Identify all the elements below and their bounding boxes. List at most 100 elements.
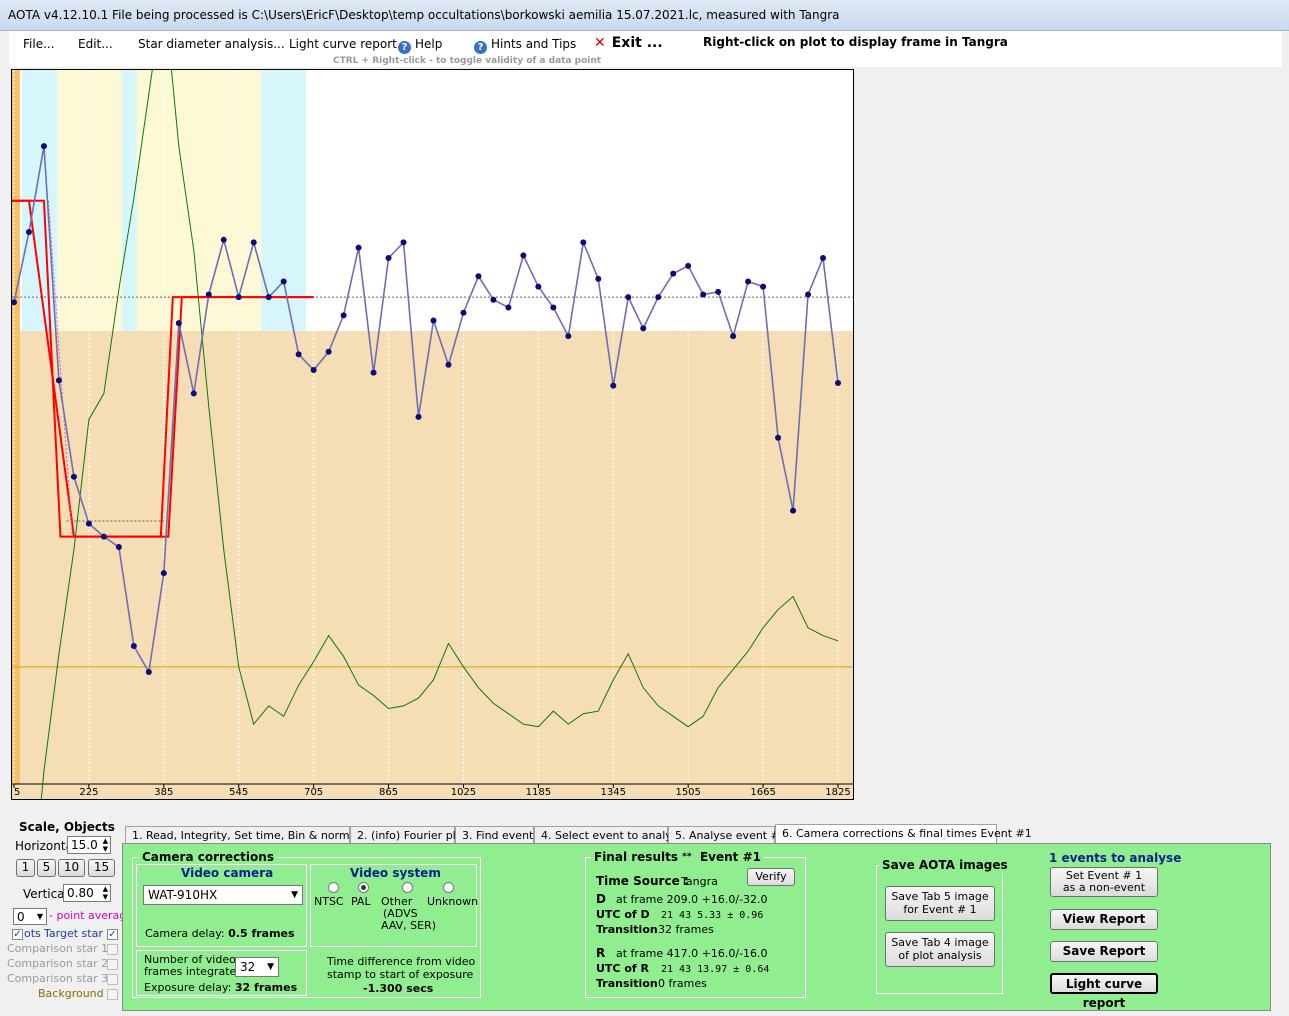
target-data-point <box>265 294 272 301</box>
tab-analyse-event[interactable]: 5. Analyse event #1 <box>668 826 787 843</box>
target-data-point <box>820 255 827 262</box>
chevron-down-icon: ▼ <box>267 962 274 972</box>
menu-file[interactable]: File... <box>23 37 55 51</box>
target-data-point <box>580 239 587 246</box>
save-images-title: Save AOTA images <box>879 858 1011 872</box>
target-data-point <box>85 520 92 527</box>
scale-button-15[interactable]: 15 <box>88 859 115 877</box>
scale-button-10[interactable]: 10 <box>58 859 85 877</box>
target-data-point <box>400 239 407 246</box>
vertical-scale-input[interactable]: 0.80 ▲ ▼ <box>63 884 111 902</box>
target-data-point <box>655 294 662 301</box>
x-tick-label: 705 <box>304 787 323 798</box>
camera-corrections-group: Camera corrections Video camera WAT-910H… <box>132 850 481 998</box>
save-tab5-image-button[interactable]: Save Tab 5 image for Event # 1 <box>885 886 995 921</box>
tab-select-event[interactable]: 4. Select event to analyse <box>534 826 684 843</box>
window-title: AOTA v4.12.10.1 File being processed is … <box>8 8 840 22</box>
menu-edit[interactable]: Edit... <box>78 37 113 51</box>
menu-exit[interactable]: ✕ Exit ... <box>594 35 663 51</box>
radio-other[interactable] <box>402 882 413 893</box>
target-data-point <box>550 304 557 311</box>
cyan-band <box>121 70 137 331</box>
help-icon: ? <box>474 41 487 54</box>
time-diff-label-1: Time difference from video <box>327 955 476 968</box>
target-data-point <box>535 283 542 290</box>
menu-help[interactable]: ? Help <box>398 37 442 54</box>
target-data-point <box>70 473 77 480</box>
target-data-point <box>55 377 62 384</box>
target-data-point <box>610 382 617 389</box>
video-system-group: Video system NTSC PAL Other (ADVS AAV, S… <box>310 864 478 947</box>
time-source-value: Tangra <box>681 875 718 888</box>
verify-button[interactable]: Verify <box>747 868 795 886</box>
d-transition-label: Transition <box>596 923 658 936</box>
radio-unknown[interactable] <box>443 882 454 893</box>
save-tab4-image-button[interactable]: Save Tab 4 image of plot analysis <box>885 932 995 967</box>
save-report-button[interactable]: Save Report <box>1050 941 1158 962</box>
point-average-label: - point average <box>49 909 134 922</box>
target-data-point <box>355 244 362 251</box>
plot-canvas[interactable]: 5 225 385 545 705 865 1025 1185 1345 1505 1665 1825 <box>12 70 853 799</box>
frames-label-2: frames integrated <box>144 965 244 978</box>
comparison-star-2-checkbox[interactable] <box>107 959 118 970</box>
d-transition-value: 32 frames <box>658 923 714 936</box>
frames-integrated-select[interactable]: 32 ▼ <box>235 957 279 977</box>
light-curve-report-button[interactable]: Light curve report <box>1050 973 1158 1010</box>
tab-find-events[interactable]: 3. Find events <box>455 826 539 843</box>
scale-button-1[interactable]: 1 <box>16 859 35 877</box>
scale-objects-label: Scale, Objects <box>19 820 115 834</box>
ntsc-label: NTSC <box>314 895 344 908</box>
utc-r-label: UTC of R <box>596 962 649 975</box>
target-data-point <box>475 273 482 280</box>
tab-read-integrity[interactable]: 1. Read, Integrity, Set time, Bin & norm… <box>125 826 375 843</box>
comparison-star-1-checkbox[interactable] <box>107 944 118 955</box>
scale-button-5[interactable]: 5 <box>37 859 56 877</box>
target-data-point <box>175 320 182 327</box>
x-tick-label: 1025 <box>451 787 476 798</box>
camera-delay: Camera delay: 0.5 frames <box>145 927 295 940</box>
tab-fourier-plot[interactable]: 2. (info) Fourier plot <box>350 826 467 843</box>
menu-light-curve-report[interactable]: Light curve report <box>289 37 397 51</box>
show-points-checkbox[interactable]: ✓ <box>12 929 23 940</box>
save-images-group: Save AOTA images Save Tab 5 image for Eve… <box>876 858 1011 994</box>
final-results-title: Final results ** Event #1 <box>591 850 764 864</box>
vertical-label: Vertical <box>23 887 68 901</box>
yellow-band <box>57 70 122 331</box>
close-icon: ✕ <box>594 35 606 51</box>
view-report-button[interactable]: View Report <box>1050 909 1158 930</box>
comparison-star-3-checkbox[interactable] <box>107 974 118 985</box>
video-camera-title: Video camera <box>181 866 274 880</box>
target-data-point <box>805 291 812 298</box>
target-data-point <box>430 317 437 324</box>
ctrl-click-hint: CTRL + Right-click - to toggle validity … <box>333 56 602 66</box>
target-data-point <box>340 312 347 319</box>
target-data-point <box>490 296 497 303</box>
background-checkbox[interactable] <box>107 989 118 1000</box>
target-data-point <box>835 380 841 387</box>
menu-star-diameter[interactable]: Star diameter analysis... <box>138 37 285 51</box>
tab-camera-corrections[interactable]: 6. Camera corrections & final times Even… <box>775 824 1032 844</box>
target-data-point <box>370 369 377 376</box>
final-results-group: Final results ** Event #1 Time Source : … <box>585 850 806 998</box>
radio-pal[interactable] <box>358 882 369 893</box>
target-data-point <box>460 309 467 316</box>
light-curve-plot[interactable]: 5 225 385 545 705 865 1025 1185 1345 1505 1665 1825 <box>11 69 854 800</box>
set-non-event-button[interactable]: Set Event # 1 as a non-event <box>1050 867 1158 897</box>
point-average-select[interactable]: 0 ▼ <box>13 908 47 925</box>
yellow-band <box>136 70 262 331</box>
x-tick-label: 1665 <box>750 787 775 798</box>
x-tick-label: 545 <box>229 787 248 798</box>
menu-hints[interactable]: ? Hints and Tips <box>474 37 576 54</box>
target-data-point <box>145 669 152 676</box>
target-data-point <box>505 304 512 311</box>
target-star-checkbox[interactable]: ✓ <box>107 929 118 940</box>
target-data-point <box>625 294 632 301</box>
camera-model-select[interactable]: WAT-910HX ▼ <box>143 885 303 905</box>
x-tick-label: 1345 <box>601 787 626 798</box>
radio-ntsc[interactable] <box>328 882 339 893</box>
utc-d-label: UTC of D <box>596 908 650 921</box>
r-transition-value: 0 frames <box>658 977 707 990</box>
horizontal-scale-input[interactable]: 15.0 ▲ ▼ <box>67 836 111 854</box>
x-tick-label: 385 <box>154 787 173 798</box>
target-star-label: Target star <box>44 927 103 940</box>
